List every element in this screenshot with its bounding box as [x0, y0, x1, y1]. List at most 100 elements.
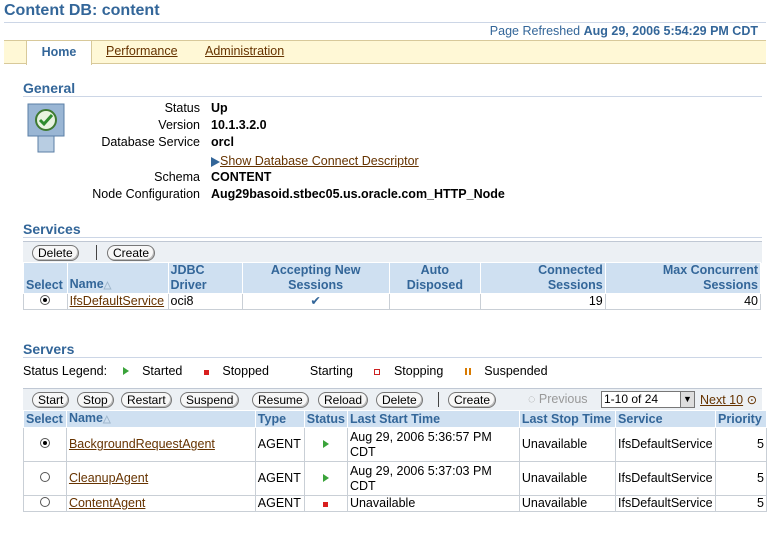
stopped-icon — [203, 370, 209, 375]
page-title: Content DB: content — [4, 2, 160, 19]
col-priority: Priority — [715, 410, 767, 428]
reload-button[interactable]: Reload — [318, 392, 369, 408]
next-label[interactable]: Next 10 — [700, 393, 743, 407]
radio-selected[interactable] — [40, 295, 51, 305]
services-table: Select Name△ JDBC Driver Accepting New S… — [23, 262, 762, 310]
row-select-radio[interactable] — [23, 427, 67, 462]
stop-button[interactable]: Stop — [77, 392, 114, 408]
service-cell: IfsDefaultService — [615, 427, 717, 462]
type-cell: AGENT — [254, 427, 305, 462]
radio-unselected[interactable] — [39, 472, 50, 482]
connect-descriptor-link[interactable]: Show Database Connect Descriptor — [211, 154, 419, 168]
priority-cell: 5 — [715, 495, 767, 512]
col-last-stop: Last Stop Time — [518, 410, 617, 428]
started-icon — [322, 440, 329, 448]
stopped-icon — [323, 502, 329, 507]
range-select[interactable]: 1-10 of 24 ▼ — [601, 391, 695, 408]
status-cell — [303, 427, 348, 462]
col-auto-disposed: Auto Disposed — [388, 262, 481, 294]
legend-starting: Starting — [309, 364, 353, 378]
tab-administration[interactable]: Administration — [205, 44, 284, 58]
previous-link[interactable]: ◌ Previous — [528, 392, 588, 406]
row-select-radio[interactable] — [23, 293, 68, 310]
services-create-button[interactable]: Create — [107, 245, 156, 261]
chevron-down-icon: ▼ — [680, 392, 694, 407]
server-name[interactable]: CleanupAgent — [65, 461, 256, 496]
starting-icon — [290, 367, 297, 375]
next-link[interactable]: Next 10 ⊙ — [700, 392, 757, 407]
legend-stopping: Stopping — [393, 364, 444, 378]
expand-arrow-icon — [211, 156, 220, 167]
services-toolbar: Delete Create — [23, 241, 762, 263]
started-icon — [122, 367, 129, 375]
service-cell: IfsDefaultService — [615, 495, 717, 512]
status-cell — [303, 461, 348, 496]
node-configuration-value: Aug29basoid.stbec05.us.oracle.com_HTTP_N… — [211, 187, 505, 201]
restart-button[interactable]: Restart — [121, 392, 172, 408]
service-name[interactable]: IfsDefaultService — [66, 293, 169, 310]
last-start-cell: Aug 29, 2006 5:36:57 PM CDT — [346, 427, 520, 462]
radio-unselected[interactable] — [39, 497, 50, 507]
col-select: Select — [23, 410, 67, 428]
col-jdbc-driver: JDBC Driver — [167, 262, 243, 294]
row-select-radio[interactable] — [23, 495, 67, 512]
started-icon — [322, 474, 329, 482]
legend-stopped: Stopped — [222, 364, 269, 378]
database-status-icon — [24, 100, 68, 156]
services-divider — [23, 237, 762, 238]
col-connected-sessions: Connected Sessions — [479, 262, 606, 294]
auto-disposed-cell — [388, 293, 481, 310]
service-cell: IfsDefaultService — [615, 461, 717, 496]
services-delete-button[interactable]: Delete — [32, 245, 79, 261]
refreshed-value: Aug 29, 2006 5:54:29 PM CDT — [583, 24, 758, 38]
connect-descriptor-link-text[interactable]: Show Database Connect Descriptor — [220, 154, 419, 168]
start-button[interactable]: Start — [32, 392, 70, 408]
table-row: BackgroundRequestAgent AGENT Aug 29, 200… — [23, 427, 767, 462]
row-select-radio[interactable] — [23, 461, 67, 496]
resume-button[interactable]: Resume — [252, 392, 309, 408]
table-row: ContentAgent AGENT Unavailable Unavailab… — [23, 495, 767, 512]
col-select: Select — [23, 262, 68, 294]
radio-selected[interactable] — [39, 438, 50, 448]
col-name[interactable]: Name△ — [66, 262, 169, 294]
create-button[interactable]: Create — [448, 392, 497, 408]
priority-cell: 5 — [715, 461, 767, 496]
sort-asc-icon: △ — [103, 414, 111, 425]
legend-label: Status Legend: — [23, 364, 108, 378]
database-service-value: orcl — [211, 135, 234, 149]
title-divider — [4, 22, 766, 23]
connected-sessions-cell: 19 — [479, 293, 606, 310]
server-name-link[interactable]: BackgroundRequestAgent — [69, 437, 215, 451]
last-start-cell: Aug 29, 2006 5:37:03 PM CDT — [346, 461, 520, 496]
col-last-start: Last Start Time — [346, 410, 520, 428]
server-name[interactable]: BackgroundRequestAgent — [65, 427, 256, 462]
legend-started: Started — [142, 364, 183, 378]
previous-label: Previous — [538, 392, 588, 406]
server-name-link[interactable]: CleanupAgent — [69, 471, 148, 485]
col-name-label: Name — [69, 277, 104, 291]
legend-suspended: Suspended — [484, 364, 548, 378]
toolbar-separator — [96, 245, 97, 260]
refreshed-label: Page Refreshed — [489, 24, 581, 38]
suspended-icon — [464, 368, 471, 375]
suspend-button[interactable]: Suspend — [180, 392, 240, 408]
server-name[interactable]: ContentAgent — [65, 495, 256, 512]
server-name-link[interactable]: ContentAgent — [69, 496, 145, 510]
col-type: Type — [254, 410, 305, 428]
database-service-label: Database Service — [101, 135, 200, 149]
col-name-label: Name — [68, 411, 103, 425]
tab-performance[interactable]: Performance — [106, 44, 178, 58]
priority-cell: 5 — [715, 427, 767, 462]
version-value: 10.1.3.2.0 — [211, 118, 267, 132]
tab-home[interactable]: Home — [26, 40, 92, 65]
status-label: Status — [164, 101, 200, 115]
type-cell: AGENT — [254, 461, 305, 496]
delete-button[interactable]: Delete — [376, 392, 423, 408]
checkmark-icon: ✔ — [241, 293, 390, 310]
service-name-link[interactable]: IfsDefaultService — [70, 294, 164, 308]
col-accepting: Accepting New Sessions — [241, 262, 390, 294]
table-row: CleanupAgent AGENT Aug 29, 2006 5:37:03 … — [23, 461, 767, 496]
services-heading: Services — [23, 221, 81, 237]
general-divider — [23, 96, 762, 97]
col-name[interactable]: Name△ — [65, 410, 256, 428]
